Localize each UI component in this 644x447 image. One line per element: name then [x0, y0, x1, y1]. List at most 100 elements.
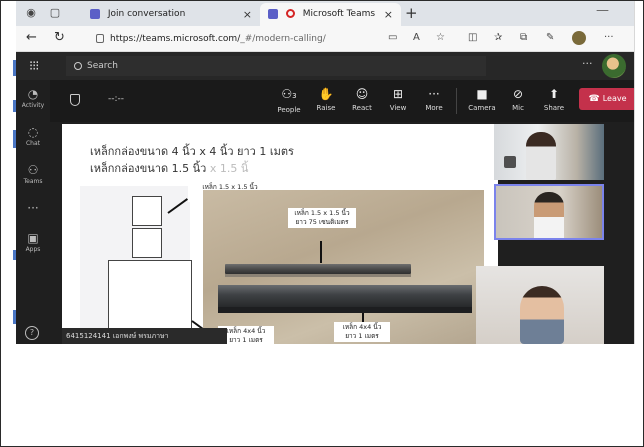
participant-video-2-active-speaker[interactable]: [494, 184, 604, 240]
small-tube-shadow: [225, 274, 411, 277]
raise-hand-button[interactable]: ✋ Raise: [306, 86, 346, 112]
page-frame: ◉ ▢ Join conversation × Microsoft Teams …: [0, 0, 644, 447]
settings-more-icon[interactable]: ···: [582, 57, 593, 70]
tab-join-conversation[interactable]: Join conversation ×: [82, 3, 260, 26]
favorites-icon[interactable]: ✰: [494, 32, 502, 43]
button-label: Mic: [512, 104, 524, 112]
tab-label: Microsoft Teams: [302, 9, 376, 19]
close-tab-icon[interactable]: ×: [384, 3, 393, 26]
tab-microsoft-teams[interactable]: Microsoft Teams ×: [260, 3, 401, 26]
button-label: More: [425, 104, 443, 112]
hand-icon: ✋: [318, 87, 334, 101]
rail-label: Apps: [25, 246, 41, 253]
profile-avatar-icon[interactable]: [572, 31, 586, 45]
app-launcher-icon[interactable]: ⁝⁝⁝: [29, 59, 39, 74]
apps-icon: ▣: [27, 231, 39, 245]
left-edge-strip: [0, 0, 16, 344]
collections-icon[interactable]: ⧉: [520, 32, 527, 43]
share-button[interactable]: ⬆ Share: [534, 86, 574, 112]
button-label: Share: [543, 104, 565, 112]
lock-icon: [96, 34, 104, 43]
participant-figure: [534, 192, 564, 238]
rail-label: Chat: [25, 140, 41, 147]
mic-muted-icon: ⊘: [512, 87, 524, 101]
label-line: เหล็ก 4x4 นิ้ว: [342, 323, 382, 331]
people-button[interactable]: ⚇3 People: [269, 86, 309, 114]
small-tube-photo: [225, 264, 411, 274]
app-rail: ◔ Activity ◌ Chat ⚇ Teams ··· ▣ Apps: [16, 80, 50, 344]
react-button[interactable]: ☺ React: [342, 86, 382, 112]
leave-button[interactable]: ☎ Leave: [579, 88, 634, 110]
participant-video-1[interactable]: [494, 124, 604, 180]
url-path: _#/modern-calling/: [240, 34, 326, 44]
favorite-star-icon[interactable]: ☆: [436, 32, 445, 43]
big-tube-shadow: [218, 307, 472, 313]
teams-favicon-icon: [268, 8, 278, 19]
teams-icon: ⚇: [27, 163, 39, 177]
screenshot: ◉ ▢ Join conversation × Microsoft Teams …: [16, 0, 634, 344]
camera-button[interactable]: ■ Camera: [462, 86, 502, 112]
more-actions-button[interactable]: ··· More: [414, 86, 454, 112]
back-arrow-icon[interactable]: ←: [26, 30, 37, 45]
cast-icon[interactable]: ▭: [388, 32, 397, 43]
arrow-small-tube-photo: [320, 241, 322, 263]
tab-label: Join conversation: [107, 9, 186, 19]
read-aloud-icon[interactable]: A: [413, 32, 420, 43]
teams-header: ⁝⁝⁝ Search ···: [16, 52, 634, 80]
small-tube-box-bottom: [132, 228, 162, 258]
help-icon[interactable]: ?: [25, 326, 39, 340]
ellipsis-icon: ···: [428, 87, 440, 101]
share-icon: ⬆: [548, 87, 560, 101]
meeting-controls: --:-- ⚇3 People ✋ Raise ☺ React ⊞ View ·…: [50, 80, 634, 122]
address-bar: ← ↻ https://teams.microsoft.com/_#/moder…: [16, 26, 634, 52]
chat-icon: ◌: [27, 125, 39, 139]
search-icon: [74, 61, 82, 70]
label-line: เหล็ก 1.5 x 1.5 นิ้ว: [294, 209, 350, 217]
profile-icon[interactable]: ◉: [24, 6, 38, 20]
big-tube-photo: [218, 285, 472, 307]
tab-actions-icon[interactable]: ▢: [48, 6, 62, 20]
extension-icon[interactable]: ✎: [546, 32, 554, 43]
pin-icon: [504, 156, 516, 168]
participant-figure: [526, 132, 556, 180]
shared-screen: เหล็กกล่องขนาด 4 นิ้ว x 4 นิ้ว ยาว 1 เมต…: [62, 124, 498, 344]
participant-name-label: 6415124141 เอกพงษ์ พรมภาษา: [62, 328, 227, 344]
slide-text-line-1: เหล็กกล่องขนาด 4 นิ้ว x 4 นิ้ว ยาว 1 เมต…: [90, 145, 294, 158]
split-screen-icon[interactable]: ◫: [468, 32, 477, 43]
bell-icon: ◔: [27, 87, 39, 101]
url-base: https://teams.microsoft.com/: [110, 34, 241, 44]
button-label: View: [389, 104, 407, 112]
search-input[interactable]: Search: [66, 56, 486, 76]
shield-icon: [70, 94, 80, 106]
label-line: ยาว 1 เมตร: [229, 336, 263, 344]
rail-item-activity[interactable]: ◔ Activity: [16, 87, 50, 110]
label-line: ยาว 75 เซนติเมตร: [295, 218, 349, 226]
label-line: ยาว 1 เมตร: [345, 332, 379, 340]
button-label: People: [277, 106, 301, 114]
button-label: Raise: [316, 104, 336, 112]
camera-icon: ■: [476, 87, 488, 101]
browser-tab-bar: ◉ ▢ Join conversation × Microsoft Teams …: [16, 0, 634, 26]
view-button[interactable]: ⊞ View: [378, 86, 418, 112]
button-label: Camera: [468, 104, 496, 112]
refresh-icon[interactable]: ↻: [54, 30, 65, 45]
rail-item-teams[interactable]: ⚇ Teams: [16, 163, 50, 186]
new-tab-button[interactable]: +: [405, 4, 418, 22]
rail-item-more[interactable]: ···: [16, 202, 50, 216]
url-field[interactable]: https://teams.microsoft.com/_#/modern-ca…: [96, 29, 381, 49]
rail-item-apps[interactable]: ▣ Apps: [16, 231, 50, 254]
people-icon: ⚇3: [281, 87, 297, 101]
rail-label: Activity: [21, 102, 45, 109]
participant-video-3[interactable]: [476, 266, 604, 344]
recording-icon: [285, 9, 295, 18]
smiley-icon: ☺: [355, 87, 369, 101]
rail-item-chat[interactable]: ◌ Chat: [16, 125, 50, 148]
minimize-button[interactable]: —: [596, 3, 609, 18]
close-tab-icon[interactable]: ×: [243, 3, 252, 26]
browser-menu-icon[interactable]: ···: [604, 32, 614, 43]
search-placeholder: Search: [87, 61, 118, 71]
mic-button[interactable]: ⊘ Mic: [498, 86, 538, 112]
slide-text-line-2: เหล็กกล่องขนาด 1.5 นิ้ว x 1.5 นิ้: [90, 159, 248, 177]
leave-label: Leave: [602, 94, 627, 103]
user-avatar[interactable]: [602, 54, 626, 78]
